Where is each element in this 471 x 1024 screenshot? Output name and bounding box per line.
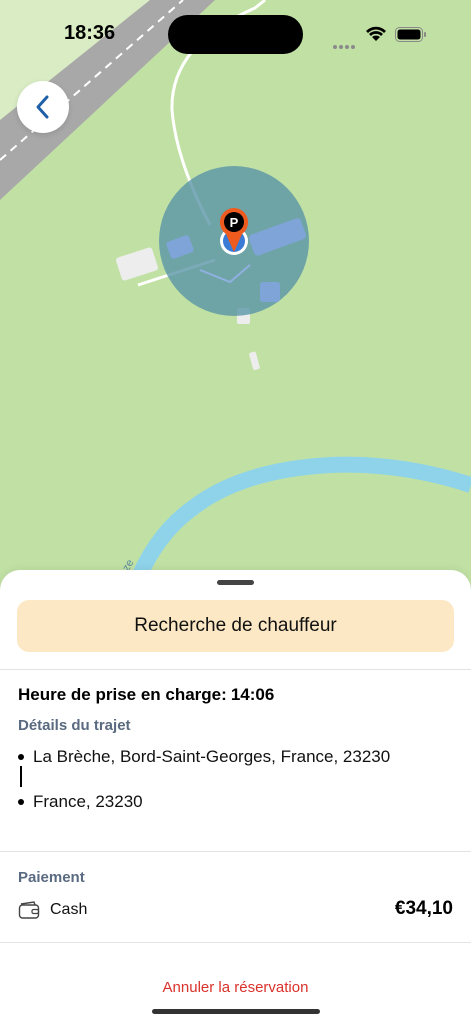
trip-stop-dropoff: France, 23230 — [18, 792, 143, 812]
map-building — [249, 351, 260, 371]
status-time: 18:36 — [64, 22, 116, 44]
fare-amount: €34,10 — [394, 898, 453, 919]
map-view[interactable]: ze P — [0, 0, 471, 600]
back-button[interactable] — [17, 81, 69, 133]
cancel-booking-button[interactable]: Annuler la réservation — [0, 979, 471, 996]
map-building — [260, 282, 280, 302]
wallet-icon — [18, 901, 40, 919]
pickup-time-label: Heure de prise en charge: — [18, 685, 227, 704]
home-indicator — [152, 1009, 320, 1014]
parking-pin-label: P — [230, 215, 239, 230]
cellular-signal-icon — [333, 36, 359, 49]
ride-status-banner: Recherche de chauffeur — [17, 600, 454, 652]
trip-details-label: Détails du trajet — [18, 717, 131, 734]
stop-address: La Brèche, Bord-Saint-Georges, France, 2… — [33, 747, 391, 766]
trip-stop-pickup: La Brèche, Bord-Saint-Georges, France, 2… — [18, 747, 390, 767]
pickup-time-value: 14:06 — [230, 685, 275, 704]
map-canvas: ze P — [0, 0, 471, 600]
sheet-grabber[interactable] — [217, 580, 254, 585]
battery-icon — [395, 27, 426, 42]
stop-dot-icon — [18, 799, 24, 805]
payment-method: Cash — [50, 901, 88, 918]
divider — [0, 669, 471, 670]
booking-sheet: Recherche de chauffeur Heure de prise en… — [0, 570, 471, 1024]
divider — [0, 851, 471, 852]
status-bar: 18:36 — [0, 0, 471, 70]
stop-address: France, 23230 — [33, 792, 143, 811]
payment-row: Cash €34,10 — [18, 898, 453, 922]
wifi-icon — [366, 26, 386, 41]
payment-label: Paiement — [18, 869, 85, 886]
route-connector — [20, 766, 22, 787]
dynamic-island — [168, 15, 303, 54]
pickup-time-row: Heure de prise en charge: 14:06 — [18, 685, 274, 705]
chevron-left-icon — [36, 95, 49, 119]
stop-dot-icon — [18, 754, 24, 760]
divider — [0, 942, 471, 943]
map-building — [116, 247, 158, 281]
